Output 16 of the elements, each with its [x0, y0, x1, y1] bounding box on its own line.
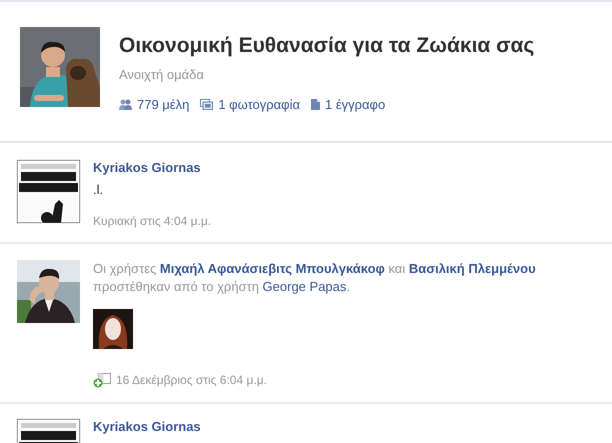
documents-link[interactable]: 1 έγγραφο	[311, 94, 386, 114]
user-link[interactable]: George Papas	[262, 279, 346, 294]
user-link[interactable]: Μιχαήλ Αφανάσιεβιτς Μπουλγκάκοφ	[160, 261, 385, 276]
author-link[interactable]: Kyriakos Giornas	[93, 160, 212, 176]
members-icon	[119, 98, 132, 110]
members-link[interactable]: 779 μέλη	[119, 94, 190, 114]
author-link[interactable]: Kyriakos Giornas	[93, 419, 201, 435]
post-text: .l.	[93, 181, 104, 199]
group-privacy: Ανοιχτή ομάδα	[119, 66, 205, 84]
activity-text: Οι χρήστες Μιχαήλ Αφανάσιεβιτς Μπουλγκάκοφ και Βασιλική Πλεμμένου προστέθηκαν από το χρήστη George Papas.	[93, 260, 537, 296]
document-icon	[311, 98, 320, 110]
photos-link[interactable]: 1 φωτογραφία	[200, 94, 300, 114]
photos-icon	[200, 98, 214, 110]
user-link[interactable]: Βασιλική Πλεμμένου	[408, 261, 536, 276]
group-title: Οικονομική Ευθανασία για τα Ζωάκια σας	[119, 33, 534, 59]
add-member-icon	[93, 372, 111, 388]
